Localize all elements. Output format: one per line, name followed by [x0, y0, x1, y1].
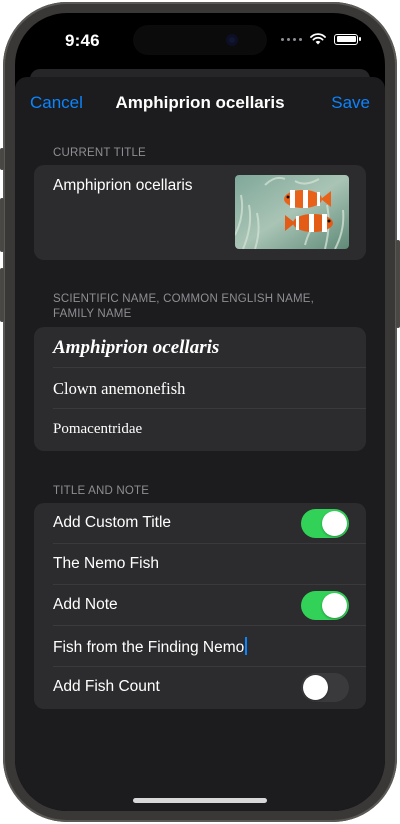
note-field-row: Fish from the Finding Nemo — [34, 626, 366, 667]
power-button — [396, 240, 400, 328]
volume-down-button — [0, 268, 4, 322]
home-indicator[interactable] — [133, 798, 267, 803]
fish-count-toggle-row: Add Fish Count — [34, 667, 366, 708]
scientific-name-row: Amphiprion ocellaris — [34, 327, 366, 368]
custom-title-input[interactable]: The Nemo Fish — [53, 555, 159, 573]
text-cursor — [245, 637, 248, 655]
current-title-value: Amphiprion ocellaris — [53, 177, 193, 194]
family-name-row: Pomacentridae — [34, 409, 366, 450]
fish-count-label: Add Fish Count — [53, 678, 160, 695]
fish-count-toggle[interactable] — [301, 673, 349, 702]
current-title-card: Amphiprion ocellaris — [34, 165, 366, 260]
scientific-name: Amphiprion ocellaris — [53, 337, 220, 358]
common-name: Clown anemonefish — [53, 379, 186, 398]
camera-icon — [226, 34, 238, 46]
dynamic-island — [133, 25, 267, 55]
common-name-row: Clown anemonefish — [34, 368, 366, 409]
names-card: Amphiprion ocellaris Clown anemonefish P… — [34, 327, 366, 451]
names-header: SCIENTIFIC NAME, COMMON ENGLISH NAME, FA… — [53, 293, 315, 320]
family-name: Pomacentridae — [53, 421, 143, 437]
note-text: Fish from the Finding Nemo — [53, 639, 245, 656]
action-button — [0, 148, 4, 170]
screen: 9:46 Amphiprion ocellaris Cancel Save CU… — [15, 13, 385, 811]
note-toggle-row: Add Note — [34, 585, 366, 626]
current-title-header: CURRENT TITLE — [53, 147, 146, 159]
wifi-icon — [310, 33, 326, 45]
edit-sheet: Amphiprion ocellaris Cancel Save CURRENT… — [15, 77, 385, 811]
cellular-signal-icon — [281, 37, 302, 41]
title-note-header: TITLE AND NOTE — [53, 485, 150, 497]
custom-title-field-row: The Nemo Fish — [34, 544, 366, 585]
volume-up-button — [0, 198, 4, 252]
cancel-button[interactable]: Cancel — [30, 93, 83, 113]
title-note-card: Add Custom Title The Nemo Fish Add Note … — [34, 503, 366, 709]
note-label: Add Note — [53, 596, 118, 613]
fish-photo — [235, 175, 349, 249]
note-input[interactable]: Fish from the Finding Nemo — [53, 637, 248, 657]
custom-title-toggle[interactable] — [301, 509, 349, 538]
navigation-bar: Amphiprion ocellaris Cancel Save — [15, 91, 385, 117]
status-icons — [281, 33, 361, 45]
status-time: 9:46 — [65, 31, 100, 50]
custom-title-label: Add Custom Title — [53, 514, 172, 531]
note-toggle[interactable] — [301, 591, 349, 620]
save-button[interactable]: Save — [331, 93, 370, 113]
custom-title-toggle-row: Add Custom Title — [34, 503, 366, 544]
battery-icon — [334, 33, 361, 45]
